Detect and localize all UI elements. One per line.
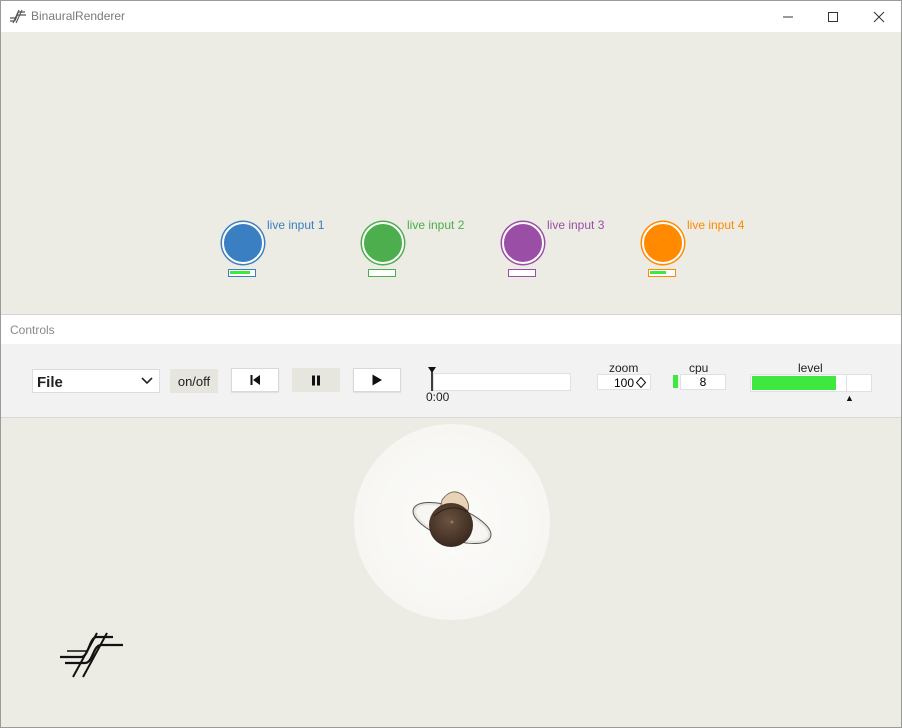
stepper-icon[interactable]	[636, 377, 646, 388]
source-level-meter	[508, 269, 536, 277]
source-live-input-3[interactable]: live input 3	[502, 218, 642, 302]
source-level-fill	[650, 271, 666, 274]
listener-head-icon[interactable]	[354, 424, 550, 620]
play-icon	[372, 374, 382, 386]
maximize-icon	[828, 11, 838, 22]
title-bar: BinauralRenderer	[1, 1, 901, 32]
source-handle[interactable]	[502, 222, 544, 264]
source-handle[interactable]	[642, 222, 684, 264]
zoom-value: 100	[614, 376, 635, 390]
onoff-label: on/off	[177, 373, 211, 389]
close-icon	[873, 11, 885, 22]
close-button[interactable]	[856, 1, 902, 32]
level-meter	[750, 374, 872, 392]
cpu-value: 8	[699, 375, 707, 389]
minimize-icon	[783, 16, 793, 17]
playhead-handle[interactable]	[427, 367, 437, 391]
window-title: BinauralRenderer	[31, 9, 126, 23]
source-live-input-2[interactable]: live input 2	[362, 218, 502, 302]
source-level-meter	[648, 269, 676, 277]
source-level-meter	[368, 269, 396, 277]
binaural-logo-icon	[60, 632, 123, 678]
skip-to-start-icon	[250, 375, 260, 385]
minimize-button[interactable]	[765, 1, 811, 32]
cpu-label: cpu	[689, 361, 709, 375]
app-logo-icon	[10, 9, 26, 24]
zoom-label: zoom	[609, 361, 639, 375]
listener-area[interactable]	[354, 424, 550, 620]
play-button[interactable]	[353, 368, 401, 392]
skip-to-start-button[interactable]	[231, 368, 279, 392]
source-handle[interactable]	[222, 222, 264, 264]
controls-panel: File on/off 0:00 zoom 100 cpu 8 level ▲	[1, 344, 901, 418]
source-label: live input 1	[267, 218, 325, 232]
timeline-track[interactable]	[433, 373, 571, 391]
source-scene[interactable]: live input 1 live input 2 live input 3 l…	[1, 32, 901, 314]
level-marker-icon[interactable]: ▲	[845, 393, 854, 403]
source-label: live input 2	[407, 218, 465, 232]
controls-panel-header[interactable]: Controls	[1, 314, 901, 344]
controls-panel-label: Controls	[10, 323, 55, 337]
zoom-input[interactable]: 100	[597, 374, 651, 390]
chevron-down-icon	[141, 377, 153, 385]
app-window: BinauralRenderer live input 1 live input…	[0, 0, 902, 728]
level-label: level	[798, 361, 823, 375]
source-select-dropdown[interactable]: File	[32, 369, 160, 393]
level-threshold-line	[846, 374, 847, 392]
source-live-input-1[interactable]: live input 1	[222, 218, 362, 302]
cpu-meter	[673, 375, 678, 388]
source-live-input-4[interactable]: live input 4	[642, 218, 782, 302]
cpu-value-box: 8	[680, 374, 726, 390]
source-select-value: File	[37, 374, 63, 391]
source-label: live input 3	[547, 218, 605, 232]
pause-button[interactable]	[292, 368, 340, 392]
pause-icon	[312, 375, 320, 385]
source-level-meter	[228, 269, 256, 277]
source-label: live input 4	[687, 218, 745, 232]
source-level-fill	[230, 271, 250, 274]
level-meter-fill	[752, 376, 836, 390]
source-handle[interactable]	[362, 222, 404, 264]
onoff-toggle[interactable]: on/off	[170, 369, 218, 393]
time-display: 0:00	[426, 390, 450, 404]
maximize-button[interactable]	[810, 1, 856, 32]
